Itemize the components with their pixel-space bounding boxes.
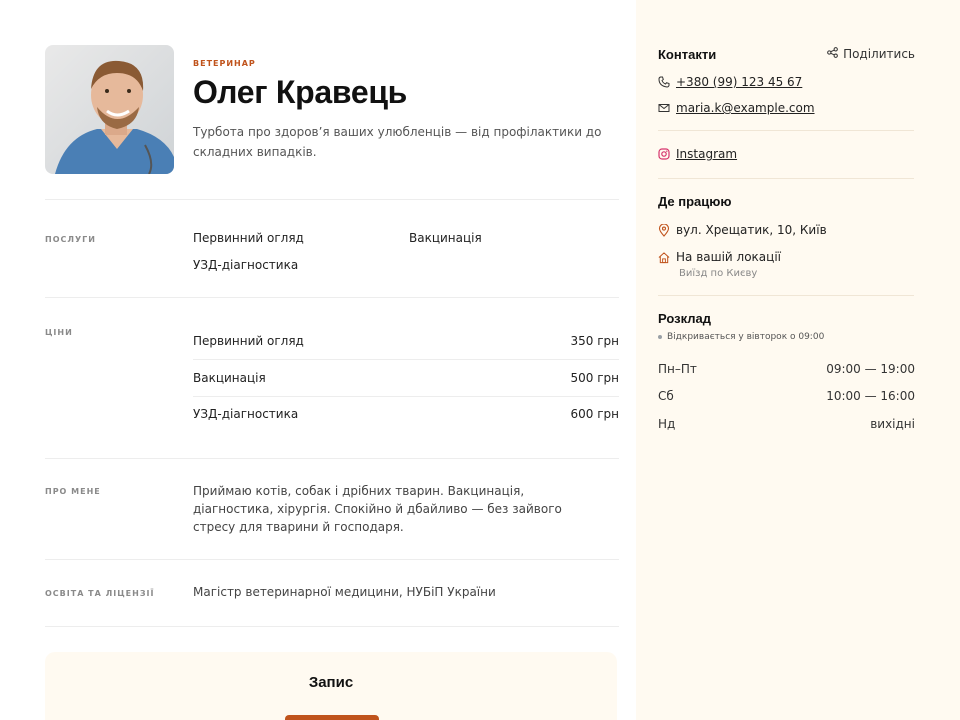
price-row: Первинний огляд 350 грн <box>193 334 619 370</box>
booking-card: Запис <box>45 652 617 720</box>
price-row: УЗД-діагностика 600 грн <box>193 407 619 443</box>
price-name: Вакцинація <box>193 371 266 385</box>
profile-tagline: Турбота про здоров’я ваших улюбленців — … <box>193 125 602 159</box>
contact-email[interactable]: maria.k@example.com <box>658 101 815 115</box>
home-icon <box>658 251 670 263</box>
schedule-time: вихідні <box>870 417 915 431</box>
prices-label: ЦІНИ <box>45 328 73 337</box>
price-value: 500 грн <box>570 371 620 385</box>
contact-instagram[interactable]: Instagram <box>658 147 737 161</box>
instagram-link[interactable]: Instagram <box>676 147 737 161</box>
divider <box>45 458 619 459</box>
status-dot-icon <box>658 335 662 339</box>
schedule-status: Відкривається у вівторок о 09:00 <box>658 332 824 342</box>
education-label: ОСВІТА ТА ЛІЦЕНЗІЇ <box>45 589 155 598</box>
profile-role: ВЕТЕРИНАР <box>193 59 256 68</box>
divider <box>658 178 914 179</box>
location-pin-icon <box>658 223 670 237</box>
schedule-title: Розклад <box>658 311 711 326</box>
profile-name: Олег Кравець <box>193 74 408 110</box>
phone-link[interactable]: +380 (99) 123 45 67 <box>676 75 802 89</box>
service-item: Вакцинація <box>409 231 482 245</box>
share-label: Поділитись <box>843 47 915 61</box>
about-text: Приймаю котів, собак і дрібних тварин. В… <box>193 484 562 534</box>
services-label: ПОСЛУГИ <box>45 235 96 244</box>
education-text: Магістр ветеринарної медицини, НУБіП Укр… <box>193 585 496 599</box>
main-content: ВЕТЕРИНАР Олег Кравець Турбота про здоро… <box>0 0 636 720</box>
schedule-day: Сб <box>658 389 674 403</box>
price-value: 350 грн <box>570 334 620 348</box>
share-button[interactable]: Поділитись <box>827 47 915 61</box>
service-item: УЗД-діагностика <box>193 258 299 272</box>
service-item: Первинний огляд <box>193 231 304 245</box>
price-name: Первинний огляд <box>193 334 304 348</box>
share-icon <box>827 47 838 61</box>
schedule-day: Пн–Пт <box>658 362 697 376</box>
work-home-visit: На вашій локації <box>658 250 781 264</box>
booking-title: Запис <box>308 674 354 691</box>
work-address: вул. Хрещатик, 10, Київ <box>658 223 827 237</box>
schedule-time: 09:00 — 19:00 <box>826 362 915 376</box>
row-divider <box>193 359 619 360</box>
phone-icon <box>658 76 670 88</box>
divider <box>45 199 619 200</box>
instagram-icon <box>658 148 670 160</box>
price-name: УЗД-діагностика <box>193 407 299 421</box>
divider <box>45 626 619 627</box>
contacts-title: Контакти <box>658 47 717 62</box>
divider <box>658 130 914 131</box>
status-text: Відкривається у вівторок о 09:00 <box>667 332 825 342</box>
row-divider <box>193 396 619 397</box>
schedule-day: Нд <box>658 417 676 431</box>
avatar-photo <box>45 45 174 174</box>
home-visit-sub: Виїзд по Києву <box>679 268 758 279</box>
divider <box>45 297 619 298</box>
price-value: 600 грн <box>570 407 620 421</box>
about-label: ПРО МЕНЕ <box>45 487 101 496</box>
work-title: Де працюю <box>658 194 732 209</box>
price-row: Вакцинація 500 грн <box>193 371 619 407</box>
home-visit-text: На вашій локації <box>676 250 781 264</box>
book-button[interactable] <box>285 715 379 720</box>
divider <box>45 559 619 560</box>
address-text: вул. Хрещатик, 10, Київ <box>676 223 827 237</box>
email-link[interactable]: maria.k@example.com <box>676 101 815 115</box>
contact-phone[interactable]: +380 (99) 123 45 67 <box>658 75 802 89</box>
divider <box>658 295 914 296</box>
mail-icon <box>658 102 670 114</box>
schedule-time: 10:00 — 16:00 <box>826 389 915 403</box>
avatar <box>45 45 174 174</box>
